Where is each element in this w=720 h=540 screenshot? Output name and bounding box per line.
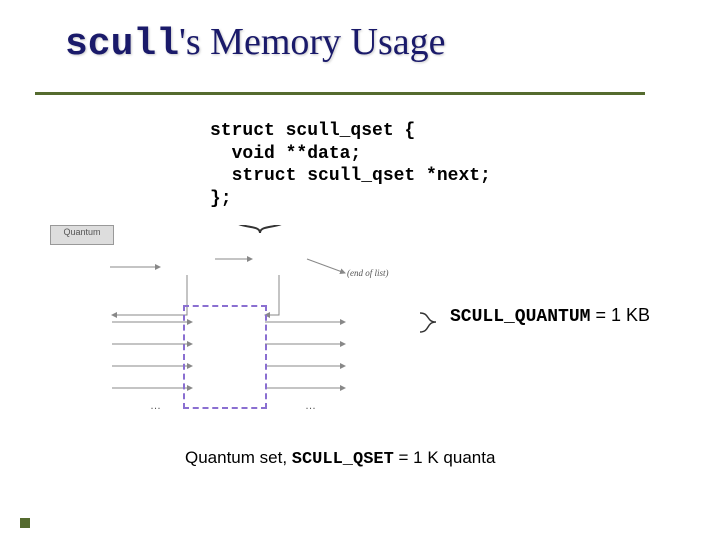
diagram-wires (50, 225, 670, 455)
annotation-quantum: SCULL_QUANTUM = 1 KB (450, 305, 650, 327)
ann-qset-mono: SCULL_QSET (292, 450, 394, 469)
ann-qset-rest: = 1 K quanta (394, 448, 496, 467)
memory-diagram: Scull_device Data Scull_qset Next Data S… (50, 225, 670, 455)
struct-code: struct scull_qset { void **data; struct … (210, 120, 491, 210)
ellipsis-1: … (150, 400, 161, 412)
ellipsis-2: … (305, 400, 316, 412)
slide-title: scull's Memory Usage (65, 20, 446, 66)
code-l4: }; (210, 189, 232, 209)
title-rest: 's Memory Usage (179, 21, 445, 63)
end-of-list: (end of list) (347, 268, 389, 278)
ann-quantum-mono: SCULL_QUANTUM (450, 307, 590, 327)
code-l3: struct scull_qset *next; (210, 166, 491, 186)
code-l1: struct scull_qset { (210, 121, 415, 141)
title-underline (35, 92, 645, 95)
quantum-2-4: Quantum (50, 225, 114, 245)
title-mono: scull (65, 23, 179, 66)
annotation-qset: Quantum set, SCULL_QSET = 1 K quanta (185, 448, 495, 469)
ann-quantum-rest: = 1 KB (590, 305, 650, 325)
ann-qset-pre: Quantum set, (185, 448, 292, 467)
corner-accent-icon (20, 518, 30, 528)
ql-2-4: Quantum (51, 226, 113, 238)
code-l2: void **data; (210, 144, 361, 164)
slide: scull's Memory Usage struct scull_qset {… (0, 0, 720, 540)
